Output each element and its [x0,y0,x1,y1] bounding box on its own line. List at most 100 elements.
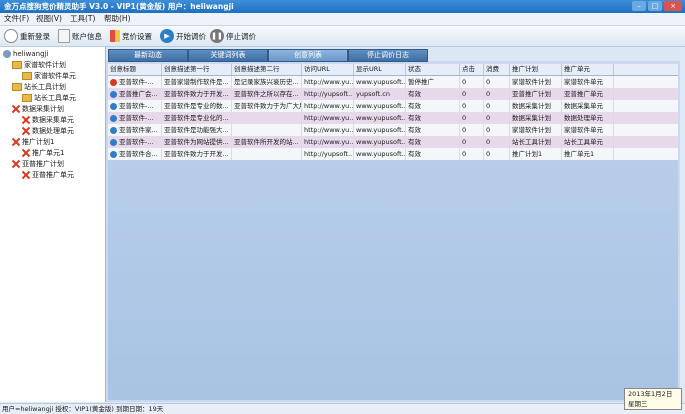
tree-node[interactable]: 数据处理单元 [22,126,74,136]
folder-icon [12,83,22,91]
table-cell-text: 有效 [408,102,421,110]
tab-keyword-list[interactable]: 关键词列表 [188,49,268,62]
table-cell-text: 0 [462,150,467,158]
table-cell-text: 亚普软件是专业化的... [164,114,229,122]
table-cell: 有效 [406,136,460,148]
tree-node-label: heliwangji [13,50,49,58]
tree-node[interactable]: 数据采集计划 [12,104,64,114]
start-bid-button[interactable]: ▶ 开始调价 [160,28,206,44]
table-cell: 数据采集计划 [510,112,562,124]
col-header[interactable]: 消费 [484,64,510,75]
tree-node[interactable]: 推广计划1 [12,137,54,147]
table-row[interactable]: 亚普软件-... 亚普软件是专业化的... http://www.yu... www.… [108,112,678,124]
active-status-icon [110,114,117,122]
col-header[interactable]: 推广计划 [510,64,562,75]
table-cell-text: 0 [486,114,491,122]
menu-file[interactable]: 文件(F) [4,14,29,24]
tab-creative-list[interactable]: 创意列表 [268,49,348,62]
table-cell-text: www.yupusoft... [356,150,406,158]
menu-view[interactable]: 视图(V) [36,14,62,24]
table-cell: www.yupusoft... [354,136,406,148]
disabled-x-icon [12,138,20,146]
tree-node[interactable]: 推广单元1 [22,148,64,158]
account-info-button[interactable]: 账户信息 [58,28,102,44]
tree-node[interactable]: 站长工具计划 [12,82,66,92]
bid-settings-label: 竞价设置 [122,31,152,41]
col-header[interactable]: 状态 [406,64,460,75]
relogin-icon [4,29,18,43]
col-header[interactable]: 推广单元 [562,64,614,75]
table-cell: 亚普软件合... [108,148,162,160]
table-cell: 0 [460,148,484,160]
table-cell-text: 站长工具单元 [564,138,603,146]
tree-node[interactable]: 数据采集单元 [22,115,74,125]
table-cell: 家谱软件计划 [510,124,562,136]
table-cell-text: 亚普软件-... [119,78,154,86]
col-header[interactable]: 访问URL [302,64,354,75]
table-cell: http://www.yu... [302,136,354,148]
close-button[interactable]: × [664,1,682,11]
col-header[interactable]: 创意描述第二行 [232,64,302,75]
menu-tools[interactable]: 工具(T) [70,14,95,24]
creative-table: 创意标题 创意描述第一行 创意描述第二行 访问URL 显示URL 状态 点击 消… [108,64,678,400]
table-cell-text: 家谱软件单元 [564,78,603,86]
stop-bid-button[interactable]: ❚❚ 停止调价 [210,28,256,44]
table-row[interactable]: 亚普软件家... 亚普软件是功能强大... http://www.yu... www.… [108,124,678,136]
tree-node[interactable]: 家谱软件单元 [22,71,76,81]
table-cell: http://yupsoft... [302,88,354,100]
tree-node[interactable]: 亚普推广计划 [12,159,64,169]
table-cell-text: 0 [486,102,491,110]
table-row[interactable]: 亚普软件-... 亚普软件为网站提供... 亚普软件所开发的站... http://w… [108,136,678,148]
table-cell-text: 数据采集单元 [564,102,603,110]
table-cell: www.yupusoft... [354,124,406,136]
table-cell-text: 亚普软件-... [119,114,154,122]
toolbar: 重新登录 账户信息 竞价设置 ▶ 开始调价 ❚❚ 停止调价 [0,26,685,47]
table-cell-text: 0 [462,90,467,98]
title-bar: 金万点搜狗竞价精灵助手 V3.0 - VIP1(黄金版) 用户：heliwang… [0,0,685,13]
table-cell: http://www.yu... [302,124,354,136]
table-cell: 亚普软件-... [108,76,162,88]
col-header[interactable]: 创意描述第一行 [162,64,232,75]
table-cell: www.yupusoft... [354,148,406,160]
table-cell: 亚普软件之所以存在... [232,88,302,100]
minimize-button[interactable]: – [632,1,646,11]
col-header[interactable]: 点击 [460,64,484,75]
bid-settings-button[interactable]: 竞价设置 [110,28,152,44]
table-cell: 0 [484,112,510,124]
tree-node[interactable]: 站长工具单元 [22,93,76,103]
col-header[interactable]: 创意标题 [108,64,162,75]
table-cell: 亚普软件是专业化的... [162,112,232,124]
table-row[interactable]: 亚普推广会... 亚普软件致力于开发... 亚普软件之所以存在... http://y… [108,88,678,100]
table-cell-text: 有效 [408,126,421,134]
relogin-button[interactable]: 重新登录 [4,28,50,44]
table-cell: 亚普推广计划 [510,88,562,100]
document-icon [58,29,70,43]
table-cell: http://www.yu... [302,100,354,112]
table-cell: 0 [484,124,510,136]
active-status-icon [110,126,117,134]
tab-latest-news[interactable]: 最新动态 [108,49,188,62]
tab-stop-bid-log[interactable]: 停止调价日志 [348,49,428,62]
tree-node[interactable]: 家谱软件计划 [12,60,66,70]
col-header[interactable]: 显示URL [354,64,406,75]
maximize-button[interactable]: □ [648,1,662,11]
tree-node[interactable]: heliwangji [3,49,48,59]
table-cell: 站长工具单元 [562,136,614,148]
table-row[interactable]: 亚普软件-... 亚普软件是专业的数... 亚普软件致力于为广大用...http:/… [108,100,678,112]
table-cell-text: 有效 [408,90,421,98]
table-cell-text: 亚普家谱制作软件是... [164,78,229,86]
table-cell: 0 [460,100,484,112]
table-row[interactable]: 亚普软件-... 亚普家谱制作软件是... 是记录家族兴衰历史... http://w… [108,76,678,88]
menu-help[interactable]: 帮助(H) [104,14,131,24]
table-cell: 亚普软件致力于开发... [162,88,232,100]
table-cell-text: www.yupusoft... [356,78,406,86]
table-cell: 亚普软件-... [108,100,162,112]
table-cell: 0 [460,76,484,88]
table-cell: 推广单元1 [562,148,614,160]
table-row[interactable]: 亚普软件合... 亚普软件致力于开发... http://yupsoft... www… [108,148,678,160]
tree-node[interactable]: 亚普推广单元 [22,170,74,180]
table-cell: 0 [460,112,484,124]
table-cell: 有效 [406,112,460,124]
table-cell: 亚普推广会... [108,88,162,100]
tree-node-label: 家谱软件计划 [24,61,66,69]
